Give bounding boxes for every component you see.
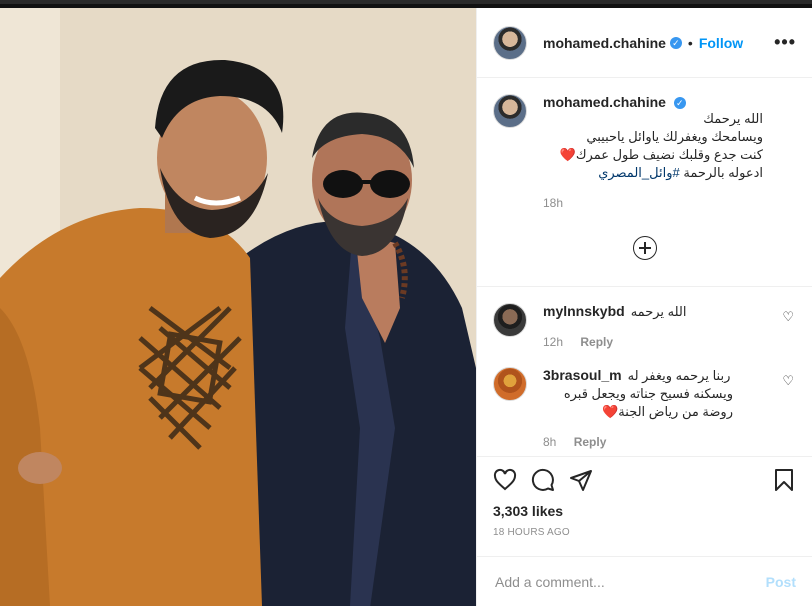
likes-count[interactable]: 3,303 likes <box>493 503 796 519</box>
author-avatar[interactable] <box>493 25 527 60</box>
caption-time: 18h <box>543 196 564 210</box>
heart-emoji-icon: ❤️ <box>559 147 576 162</box>
comment-time: 8h <box>543 435 557 449</box>
comment-input[interactable] <box>493 572 766 591</box>
follow-button[interactable]: Follow <box>699 35 743 51</box>
post-actions: 3,303 likes 18 HOURS AGO <box>477 456 812 538</box>
comment-line: روضة من رياض الجنة❤️ <box>543 403 733 421</box>
reply-button[interactable]: Reply <box>580 335 613 349</box>
heart-icon[interactable] <box>493 468 517 497</box>
comment-like-heart-icon[interactable]: ♡ <box>782 309 794 325</box>
photo-illustration <box>0 8 476 606</box>
load-more-comments-add-icon[interactable] <box>632 236 657 260</box>
comment-avatar[interactable] <box>493 303 527 337</box>
caption-line: الله يرحمك <box>703 111 763 126</box>
comment-like-heart-icon[interactable]: ♡ <box>782 373 794 389</box>
caption-line-text: ادعوله بالرحمة <box>683 165 763 180</box>
divider <box>477 286 812 287</box>
caption-username[interactable]: mohamed.chahine <box>543 94 666 110</box>
post-comment-button[interactable]: Post <box>766 574 796 590</box>
comments-section: mohamed.chahine ✓ الله يرحمك ويسامحك ويغ… <box>477 78 812 456</box>
post-modal: mohamed.chahine ✓ • Follow ••• mohamed.c… <box>0 0 812 606</box>
comment-avatar[interactable] <box>493 367 527 401</box>
comment-meta: 12h Reply <box>543 335 796 349</box>
comment-line-text: روضة من رياض الجنة <box>618 404 733 419</box>
comment-meta: 8h Reply <box>543 435 796 449</box>
post-header: mohamed.chahine ✓ • Follow ••• <box>477 8 812 78</box>
caption-line-text: كنت جدع وقلبك نضيف طول عمرك <box>575 147 763 162</box>
caption: mohamed.chahine ✓ الله يرحمك ويسامحك ويغ… <box>493 94 796 210</box>
post-photo[interactable] <box>0 8 476 606</box>
comment-line: ويسكنه فسيح جناته ويجعل قبره <box>563 386 733 401</box>
hashtag-link[interactable]: #وائل_المصري <box>598 165 680 180</box>
caption-avatar[interactable] <box>493 94 527 128</box>
author-username[interactable]: mohamed.chahine <box>543 35 666 51</box>
comment-text: ويسكنه فسيح جناته ويجعل قبره روضة من ريا… <box>543 385 733 421</box>
bookmark-icon[interactable] <box>772 468 796 497</box>
comment-line: ربنا يرحمه ويغفر له <box>627 368 731 383</box>
caption-line: كنت جدع وقلبك نضيف طول عمرك❤️ <box>543 146 763 164</box>
share-icon[interactable] <box>569 468 593 497</box>
caption-line: ويسامحك ويغفرلك ياوائل ياحبيبي <box>586 129 763 144</box>
comment: 3brasoul_m ربنا يرحمه ويغفر له ويسكنه فس… <box>493 367 796 449</box>
comment: mylnnskybd الله يرحمه 12h Reply ♡ <box>493 303 796 349</box>
verified-badge-icon: ✓ <box>669 36 682 49</box>
comment-username[interactable]: 3brasoul_m <box>543 367 622 383</box>
comment-username[interactable]: mylnnskybd <box>543 303 625 319</box>
verified-badge-icon: ✓ <box>673 97 686 109</box>
post-timestamp[interactable]: 18 HOURS AGO <box>493 527 796 538</box>
heart-emoji-icon: ❤️ <box>602 404 619 419</box>
comment-time: 12h <box>543 335 564 349</box>
action-icons <box>493 467 796 497</box>
caption-text: الله يرحمك ويسامحك ويغفرلك ياوائل ياحبيب… <box>543 110 763 182</box>
add-comment-bar: Post <box>477 556 812 606</box>
reply-button[interactable]: Reply <box>574 435 607 449</box>
more-icon[interactable]: ••• <box>774 32 796 53</box>
comment-icon[interactable] <box>531 468 555 497</box>
post-side-panel: mohamed.chahine ✓ • Follow ••• mohamed.c… <box>476 8 812 606</box>
comment-text: الله يرحمه <box>630 304 687 319</box>
separator-dot: • <box>687 34 693 51</box>
caption-line: ادعوله بالرحمة #وائل_المصري <box>543 164 763 182</box>
